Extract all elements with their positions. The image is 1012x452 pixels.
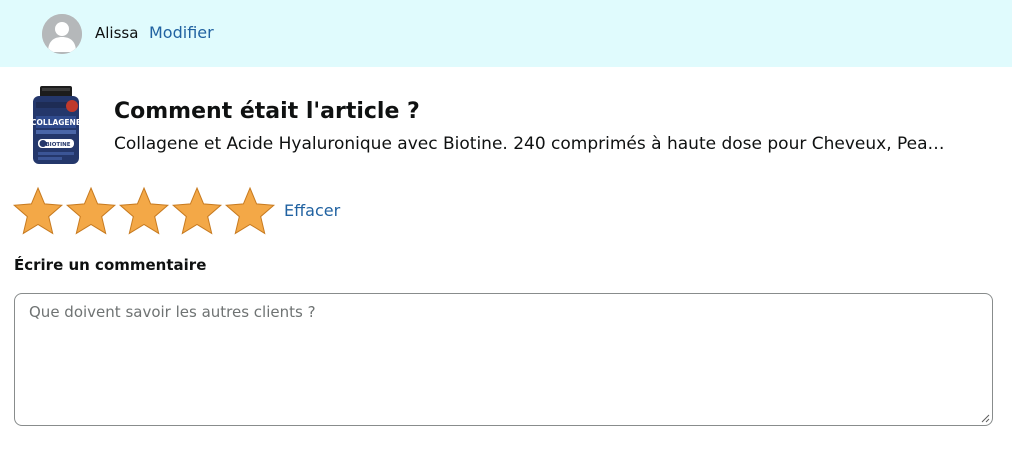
- comment-label: Écrire un commentaire: [14, 256, 207, 274]
- review-page: Alissa Modifier COLLAGENE BIOTINE Commen…: [0, 0, 1012, 452]
- user-header: Alissa Modifier: [0, 0, 1012, 67]
- star-rating[interactable]: [12, 186, 276, 236]
- product-image: COLLAGENE BIOTINE: [28, 84, 84, 168]
- comment-textarea[interactable]: [15, 294, 992, 425]
- resize-handle-icon[interactable]: [980, 413, 990, 423]
- star-icon[interactable]: [65, 186, 117, 236]
- clear-rating-link[interactable]: Effacer: [284, 201, 340, 220]
- star-icon[interactable]: [171, 186, 223, 236]
- star-icon[interactable]: [118, 186, 170, 236]
- product-image-label: COLLAGENE: [31, 118, 81, 127]
- comment-field-container: [14, 293, 993, 426]
- edit-profile-link[interactable]: Modifier: [149, 23, 214, 42]
- page-title: Comment était l'article ?: [114, 99, 420, 124]
- product-image-sublabel: BIOTINE: [45, 142, 70, 148]
- product-title: Collagene et Acide Hyaluronique avec Bio…: [114, 134, 945, 154]
- star-icon[interactable]: [224, 186, 276, 236]
- user-name: Alissa: [95, 24, 139, 42]
- user-silhouette-icon: [42, 14, 82, 54]
- avatar: [42, 14, 82, 54]
- star-icon[interactable]: [12, 186, 64, 236]
